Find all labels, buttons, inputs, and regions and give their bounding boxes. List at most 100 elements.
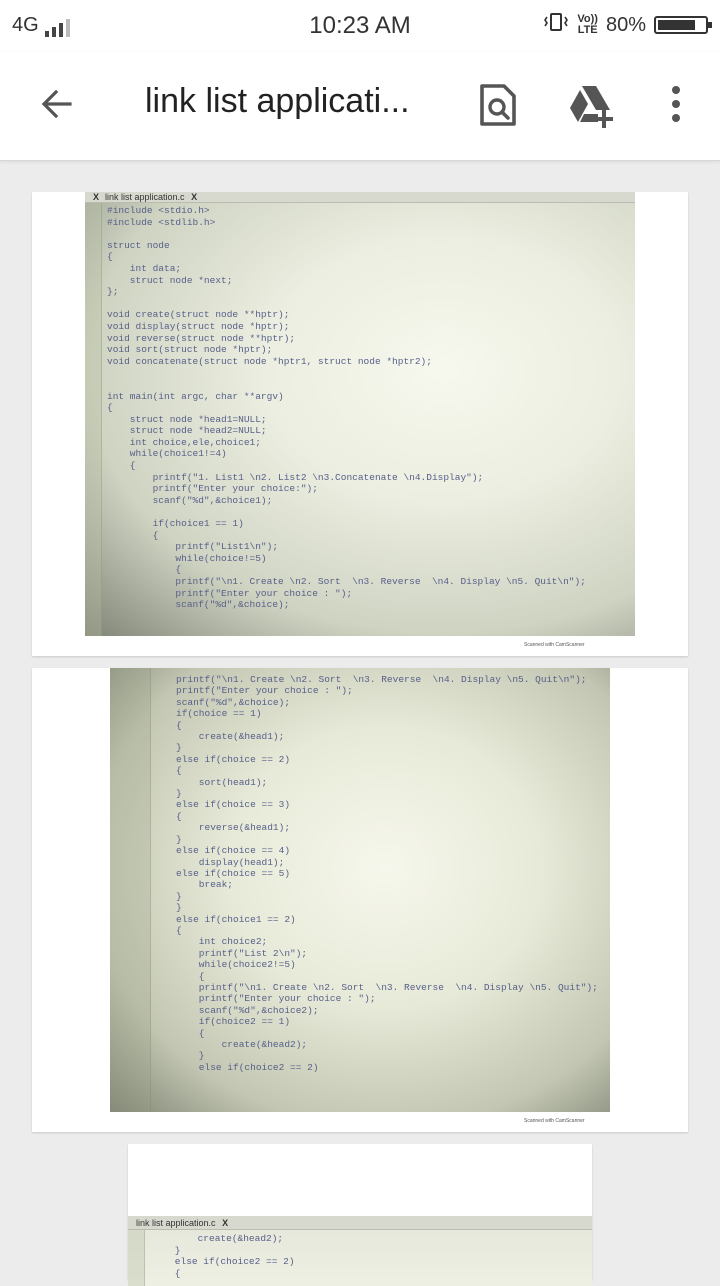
code-line: scanf("%d",&choice1); [107, 494, 273, 506]
code-line: } [176, 788, 182, 800]
code-line: { [176, 810, 182, 822]
back-button[interactable] [30, 80, 82, 132]
code-line: while(choice!=5) [107, 552, 267, 564]
code-line: void sort(struct node *hptr); [107, 344, 273, 356]
code-line: { [176, 765, 182, 777]
code-line: break; [176, 879, 234, 891]
more-options-button[interactable] [662, 82, 690, 130]
code-line: void concatenate(struct node *hptr1, str… [107, 355, 432, 367]
code-line: struct node *next; [107, 274, 233, 286]
code-line: display(head1); [176, 856, 285, 868]
code-line: printf("Enter your choice : "); [176, 685, 353, 697]
editor-gutter [128, 1230, 145, 1286]
arrow-back-icon [41, 89, 72, 119]
google-lens-icon [480, 84, 516, 126]
code-line: while(choice2!=5) [176, 959, 296, 971]
code-line: create(&head2); [176, 1039, 308, 1050]
battery-percent: 80% [605, 13, 646, 36]
code-photo-3: link list application.c X create(&head2)… [128, 1216, 592, 1286]
code-line: struct node [107, 239, 170, 251]
code-line: printf("\n1. Create \n2. Sort \n3. Rever… [176, 981, 598, 993]
code-line: scanf("%d",&choice2); [176, 1004, 319, 1016]
code-line: { [107, 402, 113, 414]
code-line: { [176, 970, 205, 982]
battery-icon [654, 16, 712, 34]
tab-label: link list application.c [136, 1218, 216, 1228]
code-line: struct node *head2=NULL; [107, 425, 267, 437]
tab-close-icon: X [191, 192, 198, 202]
document-page-2[interactable]: printf("\n1. Create \n2. Sort \n3. Rever… [32, 668, 688, 1132]
code-line: } [152, 1244, 181, 1256]
code-line: int choice,ele,choice1; [107, 436, 261, 448]
add-to-drive-button[interactable] [564, 80, 620, 132]
scanner-watermark: Scanned with CamScanner [524, 642, 585, 648]
document-page-3[interactable]: link list application.c X create(&head2)… [128, 1144, 592, 1286]
tab-close-icon: X [93, 192, 100, 202]
code-line: if(choice == 1) [176, 708, 262, 720]
code-block: #include <stdio.h> #include <stdlib.h> st… [107, 205, 586, 611]
code-line: create(&head2); [152, 1233, 284, 1244]
document-page-1[interactable]: Xlink list application.c X #include <std… [32, 192, 688, 656]
code-block: create(&head2); } else if(choice2 == 2) … [152, 1233, 295, 1279]
code-line: { [176, 1027, 205, 1039]
code-line: { [176, 719, 182, 731]
status-icons: Vo)) LTE 80% [543, 12, 712, 38]
editor-gutter [110, 668, 151, 1112]
code-line: scanf("%d",&choice); [176, 696, 291, 708]
tab-label: link list application.c [105, 192, 185, 202]
vibrate-icon [543, 12, 569, 38]
add-to-drive-icon [570, 86, 613, 128]
code-line: else if(choice == 2) [176, 753, 291, 765]
battery-fill [658, 20, 695, 30]
app-bar: link list applicati... [0, 52, 720, 161]
code-line: if(choice1 == 1) [107, 518, 244, 530]
code-line: else if(choice == 3) [176, 799, 291, 811]
lens-button[interactable] [472, 80, 522, 132]
code-line: { [152, 1267, 181, 1279]
code-line: printf("\n1. Create \n2. Sort \n3. Rever… [176, 674, 587, 685]
code-line: reverse(&head1); [176, 822, 291, 834]
code-line: else if(choice2 == 2) [152, 1256, 295, 1268]
code-line: else if(choice == 4) [176, 845, 291, 857]
code-line: { [107, 529, 159, 541]
code-line: void display(struct node *hptr); [107, 320, 290, 332]
code-line: #include <stdlib.h> [107, 216, 216, 228]
code-line: #include <stdio.h> [107, 205, 210, 216]
scanner-watermark: Scanned with CamScanner [524, 1118, 585, 1124]
code-line: { [176, 924, 182, 936]
editor-tab: link list application.c X [128, 1216, 592, 1230]
volte-indicator: Vo)) LTE [577, 14, 598, 36]
code-line: printf("Enter your choice : "); [107, 587, 353, 599]
code-line: void create(struct node **hptr); [107, 309, 290, 321]
code-line: } [176, 742, 182, 754]
tab-close-icon: X [222, 1218, 229, 1228]
code-line: { [107, 251, 113, 263]
code-line: int choice2; [176, 936, 268, 948]
code-line: printf("Enter your choice : "); [176, 993, 376, 1005]
code-line: else if(choice == 5) [176, 867, 291, 879]
code-line: } [176, 890, 182, 902]
code-line: scanf("%d",&choice); [107, 599, 290, 611]
code-photo-1: Xlink list application.c X #include <std… [85, 192, 635, 636]
code-line: printf("List1\n"); [107, 541, 279, 553]
code-line: int data; [107, 262, 182, 274]
code-line: void reverse(struct node **hptr); [107, 332, 296, 344]
code-line: else if(choice2 == 2) [176, 1061, 319, 1073]
status-bar: 4G 10:23 AM Vo)) LTE 80% [0, 0, 720, 52]
code-line: else if(choice1 == 2) [176, 913, 296, 925]
code-block: printf("\n1. Create \n2. Sort \n3. Rever… [176, 674, 598, 1073]
document-title: link list applicati... [145, 82, 410, 120]
code-line: printf("List 2\n"); [176, 947, 308, 959]
editor-tab: Xlink list application.c X [85, 192, 635, 203]
code-line: struct node *head1=NULL; [107, 413, 267, 425]
code-line: }; [107, 286, 119, 298]
editor-gutter [85, 203, 102, 636]
code-line: } [176, 833, 182, 845]
battery-nub [708, 22, 712, 28]
code-line: printf("\n1. Create \n2. Sort \n3. Rever… [107, 576, 586, 587]
